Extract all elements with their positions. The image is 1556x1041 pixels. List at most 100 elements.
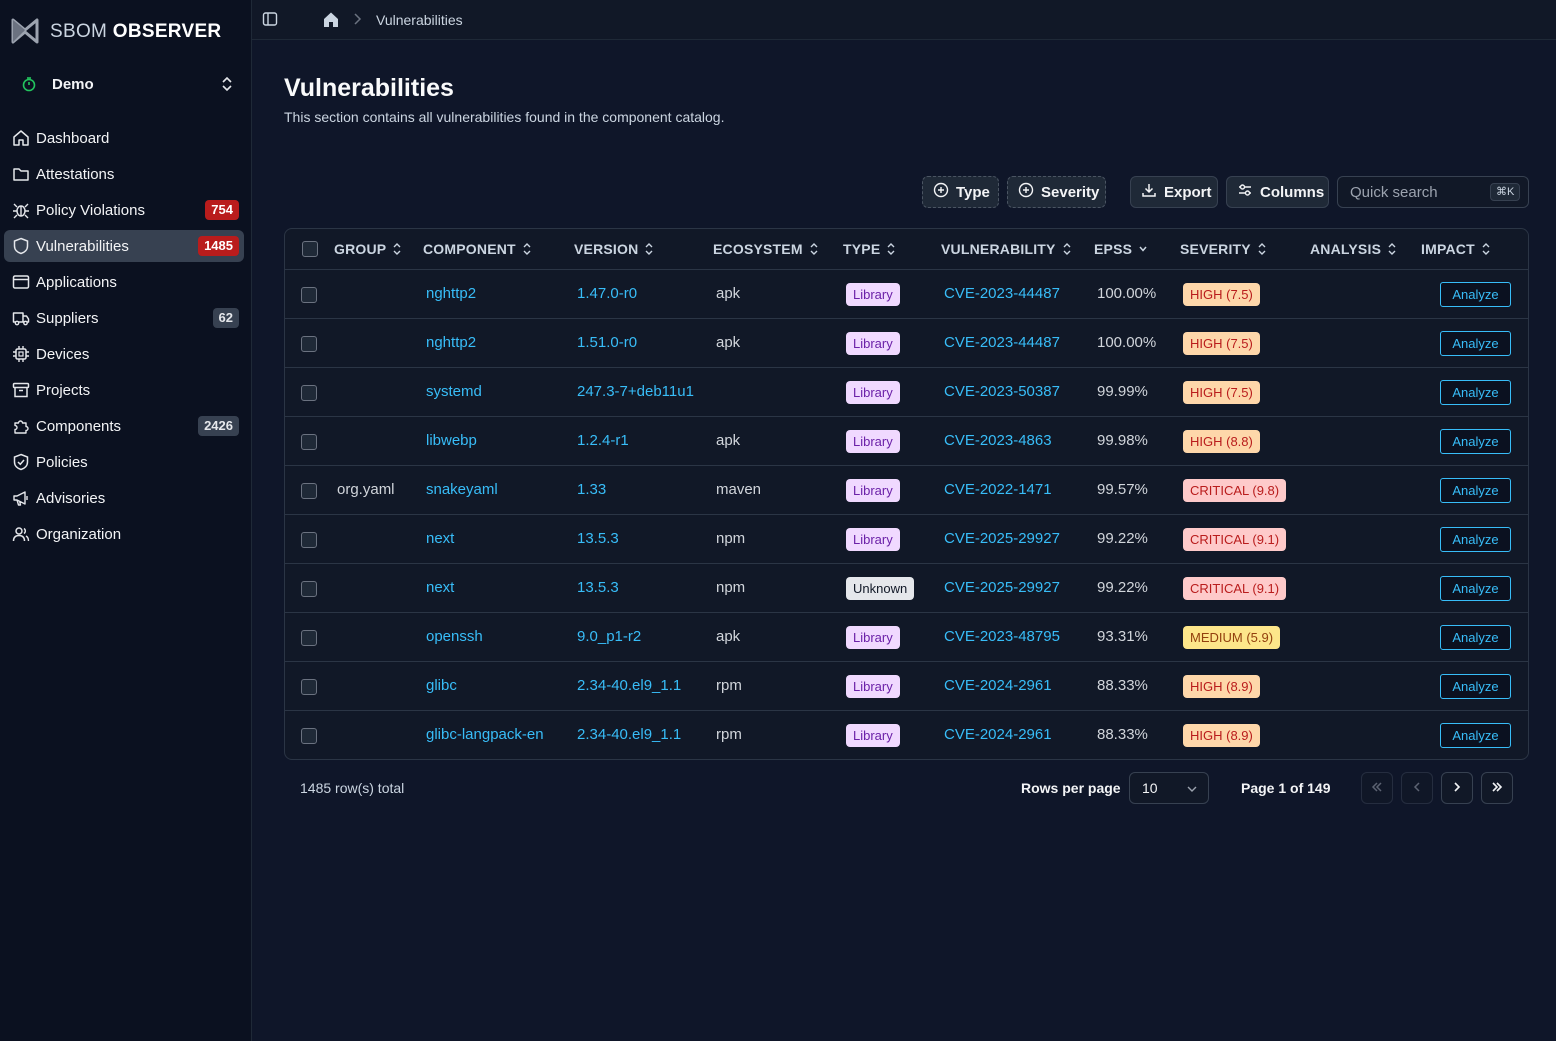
sidebar-item-projects[interactable]: Projects — [4, 374, 244, 406]
type-badge: Library — [846, 479, 900, 502]
vulnerability-link[interactable]: CVE-2023-50387 — [944, 383, 1060, 400]
version-link[interactable]: 247.3-7+deb11u1 — [577, 383, 694, 400]
megaphone-icon — [12, 489, 30, 507]
component-link[interactable]: snakeyaml — [426, 481, 498, 498]
first-page-button[interactable] — [1361, 772, 1393, 804]
row-checkbox[interactable] — [301, 532, 317, 548]
component-link[interactable]: next — [426, 530, 454, 547]
analyze-button[interactable]: Analyze — [1440, 478, 1511, 503]
users-icon — [12, 525, 30, 543]
row-checkbox[interactable] — [301, 581, 317, 597]
select-all-checkbox[interactable] — [302, 241, 318, 257]
version-link[interactable]: 1.33 — [577, 481, 606, 498]
version-link[interactable]: 13.5.3 — [577, 530, 619, 547]
analyze-button[interactable]: Analyze — [1440, 576, 1511, 601]
version-link[interactable]: 1.51.0-r0 — [577, 334, 637, 351]
column-header-group[interactable]: GROUP — [334, 241, 402, 257]
export-button[interactable]: Export — [1130, 176, 1218, 208]
sidebar-item-policies[interactable]: Policies — [4, 446, 244, 478]
version-link[interactable]: 9.0_p1-r2 — [577, 628, 641, 645]
row-checkbox[interactable] — [301, 630, 317, 646]
version-link[interactable]: 2.34-40.el9_1.1 — [577, 726, 681, 743]
type-filter-button[interactable]: Type — [922, 176, 999, 208]
row-checkbox[interactable] — [301, 679, 317, 695]
sidebar-item-policy-violations[interactable]: Policy Violations 754 — [4, 194, 244, 226]
vulnerability-link[interactable]: CVE-2024-2961 — [944, 677, 1052, 694]
sidebar-item-attestations[interactable]: Attestations — [4, 158, 244, 190]
vulnerability-link[interactable]: CVE-2023-4863 — [944, 432, 1052, 449]
sidebar-item-advisories[interactable]: Advisories — [4, 482, 244, 514]
version-link[interactable]: 2.34-40.el9_1.1 — [577, 677, 681, 694]
table-row: nghttp2 1.47.0-r0 apk Library CVE-2023-44487… — [285, 270, 1528, 319]
sort-icon — [1257, 242, 1267, 256]
column-header-label: GROUP — [334, 241, 387, 257]
analyze-button[interactable]: Analyze — [1440, 380, 1511, 405]
sidebar-item-components[interactable]: Components 2426 — [4, 410, 244, 442]
count-badge: 1485 — [198, 236, 239, 256]
component-link[interactable]: nghttp2 — [426, 334, 476, 351]
next-page-button[interactable] — [1441, 772, 1473, 804]
row-checkbox[interactable] — [301, 336, 317, 352]
bug-icon — [12, 201, 30, 219]
component-link[interactable]: glibc — [426, 677, 457, 694]
sidebar-toggle-icon[interactable] — [262, 11, 278, 30]
analyze-button[interactable]: Analyze — [1440, 674, 1511, 699]
component-link[interactable]: nghttp2 — [426, 285, 476, 302]
vulnerability-link[interactable]: CVE-2023-48795 — [944, 628, 1060, 645]
vulnerability-link[interactable]: CVE-2025-29927 — [944, 579, 1060, 596]
type-badge: Library — [846, 528, 900, 551]
type-badge: Library — [846, 332, 900, 355]
columns-button[interactable]: Columns — [1226, 176, 1329, 208]
analyze-button[interactable]: Analyze — [1440, 723, 1511, 748]
sidebar-item-suppliers[interactable]: Suppliers 62 — [4, 302, 244, 334]
version-link[interactable]: 1.2.4-r1 — [577, 432, 629, 449]
org-switcher[interactable]: Demo — [14, 70, 240, 98]
version-link[interactable]: 13.5.3 — [577, 579, 619, 596]
component-link[interactable]: libwebp — [426, 432, 477, 449]
column-header-version[interactable]: VERSION — [574, 241, 654, 257]
row-checkbox[interactable] — [301, 728, 317, 744]
severity-filter-button[interactable]: Severity — [1007, 176, 1106, 208]
sidebar-item-vulnerabilities[interactable]: Vulnerabilities 1485 — [4, 230, 244, 262]
analyze-button[interactable]: Analyze — [1440, 527, 1511, 552]
brand-logo[interactable]: SBOM OBSERVER — [10, 14, 221, 50]
vulnerability-link[interactable]: CVE-2025-29927 — [944, 530, 1060, 547]
breadcrumb-home-icon[interactable] — [322, 11, 340, 31]
component-link[interactable]: next — [426, 579, 454, 596]
analyze-button[interactable]: Analyze — [1440, 331, 1511, 356]
row-checkbox[interactable] — [301, 483, 317, 499]
last-page-button[interactable] — [1481, 772, 1513, 804]
component-link[interactable]: glibc-langpack-en — [426, 726, 544, 743]
vulnerability-link[interactable]: CVE-2023-44487 — [944, 285, 1060, 302]
column-header-ecosystem[interactable]: ECOSYSTEM — [713, 241, 819, 257]
sidebar-item-label: Vulnerabilities — [36, 237, 129, 255]
analyze-button[interactable]: Analyze — [1440, 282, 1511, 307]
column-header-analysis[interactable]: ANALYSIS — [1310, 241, 1397, 257]
vulnerability-link[interactable]: CVE-2023-44487 — [944, 334, 1060, 351]
rows-per-page-select[interactable]: 10 — [1129, 772, 1209, 804]
shield-icon — [12, 237, 30, 255]
column-header-severity[interactable]: SEVERITY — [1180, 241, 1267, 257]
version-link[interactable]: 1.47.0-r0 — [577, 285, 637, 302]
row-checkbox[interactable] — [301, 434, 317, 450]
component-link[interactable]: systemd — [426, 383, 482, 400]
sidebar-item-devices[interactable]: Devices — [4, 338, 244, 370]
component-link[interactable]: openssh — [426, 628, 483, 645]
vulnerability-link[interactable]: CVE-2022-1471 — [944, 481, 1052, 498]
column-header-vulnerability[interactable]: VULNERABILITY — [941, 241, 1072, 257]
vulnerability-link[interactable]: CVE-2024-2961 — [944, 726, 1052, 743]
column-header-impact[interactable]: IMPACT — [1421, 241, 1491, 257]
column-header-type[interactable]: TYPE — [843, 241, 896, 257]
epss-cell: 88.33% — [1097, 726, 1148, 743]
analyze-button[interactable]: Analyze — [1440, 429, 1511, 454]
sidebar-item-applications[interactable]: Applications — [4, 266, 244, 298]
analyze-button[interactable]: Analyze — [1440, 625, 1511, 650]
row-checkbox[interactable] — [301, 385, 317, 401]
table-row: next 13.5.3 npm Library CVE-2025-29927 99.22%… — [285, 515, 1528, 564]
row-checkbox[interactable] — [301, 287, 317, 303]
sidebar-item-dashboard[interactable]: Dashboard — [4, 122, 244, 154]
column-header-component[interactable]: COMPONENT — [423, 241, 532, 257]
sidebar-item-organization[interactable]: Organization — [4, 518, 244, 550]
previous-page-button[interactable] — [1401, 772, 1433, 804]
column-header-epss[interactable]: EPSS — [1094, 241, 1148, 257]
